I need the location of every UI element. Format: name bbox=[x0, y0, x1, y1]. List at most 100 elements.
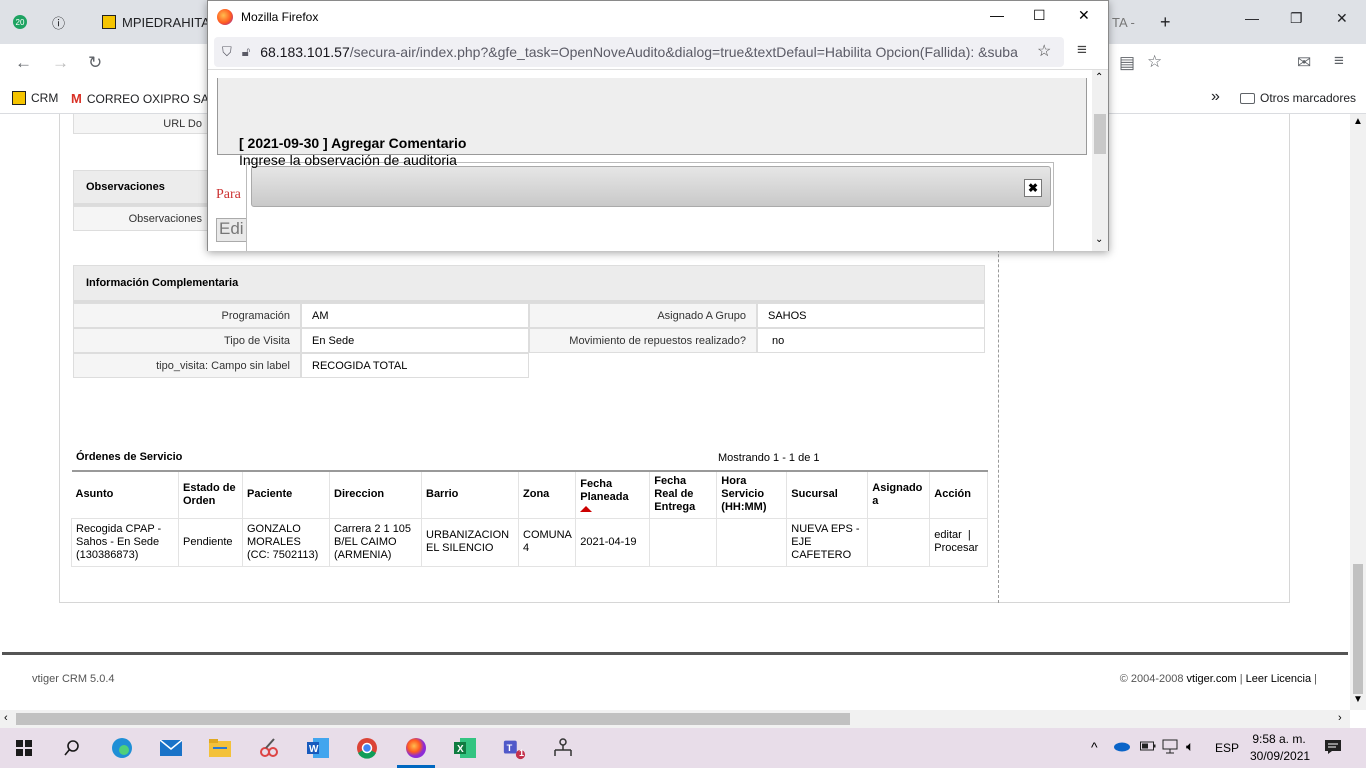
tab-mpiedrahita[interactable]: MPIEDRAHITA - bbox=[102, 8, 217, 36]
edge-icon[interactable] bbox=[110, 736, 134, 760]
network-icon[interactable] bbox=[1162, 739, 1180, 758]
scroll-up-icon[interactable]: ⌃ bbox=[1095, 72, 1103, 83]
clock[interactable]: 9:58 a. m. 30/09/2021 bbox=[1250, 732, 1310, 763]
folder-icon bbox=[1240, 92, 1255, 104]
popup-vertical-scrollbar[interactable]: ⌃ ⌄ bbox=[1092, 70, 1108, 251]
dialog-close-icon[interactable]: ✖ bbox=[1024, 179, 1042, 197]
start-windows-icon[interactable] bbox=[12, 736, 36, 760]
info-value: AM bbox=[301, 303, 529, 328]
file-explorer-icon[interactable] bbox=[208, 736, 232, 760]
notifications-icon[interactable] bbox=[1324, 739, 1342, 758]
observaciones-header: Observaciones bbox=[73, 170, 213, 206]
clock-time: 9:58 a. m. bbox=[1252, 732, 1306, 746]
footer-sep: | bbox=[1314, 673, 1317, 685]
info-icon[interactable]: ⓘ bbox=[52, 8, 65, 36]
shield-icon[interactable]: ⛉ bbox=[222, 44, 232, 60]
mail-icon[interactable] bbox=[159, 736, 183, 760]
battery-icon[interactable] bbox=[1140, 740, 1156, 755]
cell-direccion: Carrera 2 1 105 B/EL CAIMO (ARMENIA) bbox=[329, 517, 422, 567]
page-horizontal-scrollbar[interactable]: ‹ › bbox=[0, 710, 1350, 728]
chrome-minimize-icon[interactable]: — bbox=[1245, 10, 1259, 26]
scroll-thumb[interactable] bbox=[1094, 114, 1106, 154]
firefox-close-icon[interactable]: ✕ bbox=[1078, 7, 1090, 24]
onedrive-icon[interactable] bbox=[1113, 740, 1131, 755]
info-label: Movimiento de repuestos realizado? bbox=[529, 328, 757, 353]
col-sucursal[interactable]: Sucursal bbox=[786, 470, 869, 518]
crm-logo-icon bbox=[102, 15, 116, 29]
cell-paciente: GONZALO MORALES (CC: 7502113) bbox=[242, 517, 330, 567]
language-indicator[interactable]: ESP bbox=[1215, 741, 1239, 755]
info-label: Programación bbox=[73, 303, 301, 328]
tab-group-badge[interactable]: 20 bbox=[13, 8, 27, 36]
extension-icon[interactable]: ✉ bbox=[1297, 53, 1311, 73]
word-icon[interactable]: W bbox=[306, 736, 330, 760]
excel-icon[interactable]: X bbox=[453, 736, 477, 760]
bookmark-crm[interactable]: CRM bbox=[12, 91, 58, 105]
firefox-minimize-icon[interactable]: — bbox=[990, 7, 1004, 23]
footer-copyright: © 2004-2008 vtiger.com | Leer Licencia | bbox=[1120, 673, 1317, 685]
chrome-close-icon[interactable]: ✕ bbox=[1336, 10, 1348, 27]
bookmark-label: CORREO OXIPRO SAS bbox=[86, 91, 217, 106]
scroll-down-icon[interactable]: ▼ bbox=[1353, 694, 1363, 705]
teams-icon[interactable]: T 1 bbox=[502, 736, 526, 760]
col-asignado[interactable]: Asignado a bbox=[867, 470, 931, 518]
other-bookmarks[interactable]: Otros marcadores bbox=[1240, 91, 1356, 105]
svg-text:T: T bbox=[507, 743, 513, 753]
col-direccion[interactable]: Direccion bbox=[329, 470, 422, 518]
scroll-left-icon[interactable]: ‹ bbox=[4, 712, 8, 724]
scroll-thumb[interactable] bbox=[16, 713, 850, 725]
back-icon[interactable]: ← bbox=[15, 53, 32, 73]
bookmark-correo[interactable]: M CORREO OXIPRO SAS bbox=[71, 91, 217, 106]
url-field[interactable]: ⛉ 🔓︎ 68.183.101.57 /secura-air/index.php… bbox=[214, 37, 1064, 67]
col-paciente[interactable]: Paciente bbox=[242, 470, 330, 518]
reader-icon[interactable]: ▤ bbox=[1119, 53, 1135, 73]
chrome-icon[interactable] bbox=[355, 736, 379, 760]
search-icon[interactable] bbox=[60, 736, 84, 760]
network-app-icon[interactable] bbox=[551, 736, 575, 760]
new-tab-button[interactable]: + bbox=[1160, 8, 1171, 36]
col-hora[interactable]: Hora Servicio (HH:MM) bbox=[716, 470, 788, 518]
more-bookmarks-button[interactable]: » bbox=[1211, 88, 1220, 106]
tab-secondary[interactable]: TA - bbox=[1112, 8, 1135, 36]
forward-icon[interactable]: → bbox=[52, 53, 69, 73]
chrome-restore-icon[interactable]: ❐ bbox=[1290, 10, 1303, 27]
col-zona[interactable]: Zona bbox=[518, 470, 577, 518]
vtiger-link[interactable]: vtiger.com bbox=[1187, 673, 1237, 685]
col-fecha-real[interactable]: Fecha Real de Entrega bbox=[649, 470, 718, 518]
firefox-maximize-icon[interactable]: ☐ bbox=[1033, 7, 1046, 24]
scroll-right-icon[interactable]: › bbox=[1338, 712, 1342, 724]
dialog-header[interactable]: ✖ bbox=[251, 166, 1051, 207]
url-path: /secura-air/index.php?&gfe_task=OpenNove… bbox=[349, 44, 1018, 60]
col-estado[interactable]: Estado de Orden bbox=[178, 470, 243, 518]
menu-icon[interactable]: ≡ bbox=[1334, 51, 1344, 71]
page-vertical-scrollbar[interactable]: ▲ ▼ bbox=[1350, 114, 1366, 710]
insecure-lock-icon[interactable]: 🔓︎ bbox=[242, 44, 250, 60]
cell-sucursal: NUEVA EPS - EJE CAFETERO bbox=[786, 517, 869, 567]
orders-count: Mostrando 1 - 1 de 1 bbox=[718, 452, 820, 464]
snipping-tool-icon[interactable] bbox=[257, 736, 281, 760]
col-asunto[interactable]: Asunto bbox=[71, 470, 179, 518]
license-link[interactable]: Leer Licencia bbox=[1246, 673, 1311, 685]
col-barrio[interactable]: Barrio bbox=[421, 470, 519, 518]
crm-logo-icon bbox=[12, 91, 26, 105]
bookmark-star-icon[interactable]: ☆ bbox=[1037, 41, 1051, 61]
firefox-window-title: Mozilla Firefox bbox=[241, 9, 319, 24]
gmail-icon: M bbox=[71, 91, 82, 106]
info-label: tipo_visita: Campo sin label bbox=[73, 353, 301, 378]
col-accion: Acción bbox=[929, 470, 989, 518]
firefox-taskbar-icon[interactable] bbox=[404, 736, 428, 760]
edit-button[interactable]: Edi bbox=[216, 218, 248, 242]
scroll-down-icon[interactable]: ⌄ bbox=[1095, 234, 1103, 245]
scroll-thumb[interactable] bbox=[1353, 564, 1363, 694]
cell-accion: editar | Procesar bbox=[929, 517, 989, 567]
scroll-up-icon[interactable]: ▲ bbox=[1353, 116, 1363, 127]
reload-icon[interactable]: ↻ bbox=[88, 53, 102, 73]
para-label: Para bbox=[216, 187, 241, 202]
edit-link[interactable]: editar bbox=[934, 529, 962, 541]
col-fecha-planeada[interactable]: Fecha Planeada bbox=[575, 470, 651, 518]
tray-chevron-icon[interactable]: ^ bbox=[1091, 739, 1098, 755]
bookmark-star-icon[interactable]: ☆ bbox=[1147, 52, 1162, 72]
volume-icon[interactable]: 🔈︎ bbox=[1186, 738, 1194, 755]
process-link[interactable]: Procesar bbox=[934, 542, 978, 554]
menu-icon[interactable]: ≡ bbox=[1077, 40, 1087, 60]
